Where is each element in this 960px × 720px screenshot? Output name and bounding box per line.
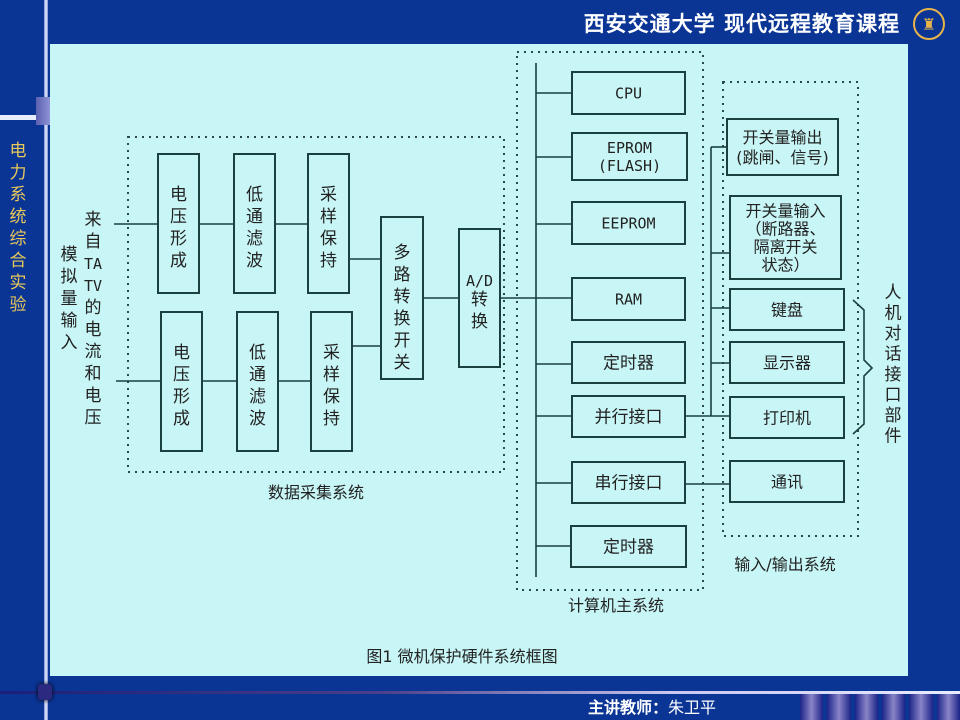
input-source-label: 电 (85, 386, 102, 406)
hmi-label: 话 (885, 345, 902, 365)
label: 通 (249, 365, 266, 385)
computer-main-title: 计算机主系统 (568, 596, 664, 615)
input-source-label: 和 (85, 364, 102, 384)
computer-module-label: 定时器 (603, 354, 654, 374)
io-module-label: 开关量输入 (745, 201, 825, 220)
label: 形 (173, 387, 190, 407)
label: 滤 (246, 229, 263, 249)
hmi-label: 部 (885, 406, 902, 426)
hmi-label: 人 (885, 283, 902, 303)
label: 多 (394, 243, 411, 263)
input-source-label: TA (84, 255, 102, 273)
input-source-label: 来 (85, 210, 102, 230)
label: 通 (246, 207, 263, 227)
hmi-label: 接 (885, 365, 902, 385)
analog-input-label: 量 (61, 289, 78, 309)
adc-label: 转 (471, 290, 488, 310)
label: 波 (246, 251, 263, 271)
label: 持 (320, 251, 337, 271)
label: 关 (394, 353, 411, 373)
label: 保 (320, 229, 337, 249)
label: 样 (320, 207, 337, 227)
label: 开 (394, 331, 411, 351)
input-source-label: 的 (85, 298, 102, 318)
computer-module-label: RAM (615, 290, 642, 308)
label: 保 (323, 387, 340, 407)
computer-module-label: (FLASH) (598, 157, 661, 175)
computer-module-label: 并行接口 (595, 408, 663, 428)
label: 低 (249, 343, 266, 363)
label: 采 (323, 343, 340, 363)
input-source-label: 自 (85, 232, 102, 252)
hmi-label: 件 (885, 427, 902, 447)
io-module-label: 通讯 (771, 472, 803, 491)
input-source-label: 电 (85, 320, 102, 340)
computer-module-label: 定时器 (603, 538, 654, 558)
label: 低 (246, 185, 263, 205)
label: 成 (170, 251, 187, 271)
label: 成 (173, 409, 190, 429)
label: 持 (323, 409, 340, 429)
input-source-label: 流 (85, 342, 102, 362)
label: 样 (323, 365, 340, 385)
analog-input-label: 模 (61, 245, 78, 265)
label: 形 (170, 229, 187, 249)
io-module-label: 打印机 (763, 408, 811, 427)
input-source-label: TV (84, 277, 102, 295)
label: 压 (173, 365, 190, 385)
io-module-label: 显示器 (763, 353, 811, 372)
io-module-label: 开关量输出 (742, 128, 822, 147)
input-source-label: 压 (85, 408, 102, 428)
adc-label: A/D (466, 272, 493, 290)
computer-module-label: EEPROM (601, 214, 655, 232)
label: 滤 (249, 387, 266, 407)
computer-module-label: EPROM (607, 139, 652, 157)
label: 采 (320, 185, 337, 205)
brace-icon (852, 299, 874, 435)
hmi-label: 口 (885, 386, 902, 406)
adc-label: 换 (471, 312, 488, 332)
computer-module-label: 串行接口 (595, 474, 663, 494)
computer-module-label: CPU (615, 84, 642, 102)
io-module-label: （断路器、 (745, 219, 825, 238)
label: 换 (394, 309, 411, 329)
label: 压 (170, 207, 187, 227)
label: 转 (394, 287, 411, 307)
label: 路 (394, 265, 411, 285)
label: 波 (249, 409, 266, 429)
io-module-label: (跳闸、信号) (736, 148, 829, 167)
block-diagram: 来自TATV的电流和电压模拟量输入电压形成低通滤波采样保持电压形成低通滤波采样保… (61, 51, 902, 666)
analog-input-label: 输 (61, 311, 78, 331)
analog-input-label: 入 (61, 333, 78, 353)
hmi-label: 机 (885, 304, 902, 324)
analog-input-label: 拟 (61, 267, 78, 287)
io-module-label: 状态） (761, 255, 809, 274)
label: 电 (170, 185, 187, 205)
figure-caption: 图1 微机保护硬件系统框图 (366, 647, 557, 666)
io-module-label: 键盘 (771, 300, 803, 319)
data-acquisition-title: 数据采集系统 (268, 483, 364, 502)
label: 电 (173, 343, 190, 363)
io-module-label: 隔离开关 (753, 237, 817, 256)
io-system-title: 输入/输出系统 (734, 555, 835, 574)
hmi-label: 对 (885, 324, 902, 344)
